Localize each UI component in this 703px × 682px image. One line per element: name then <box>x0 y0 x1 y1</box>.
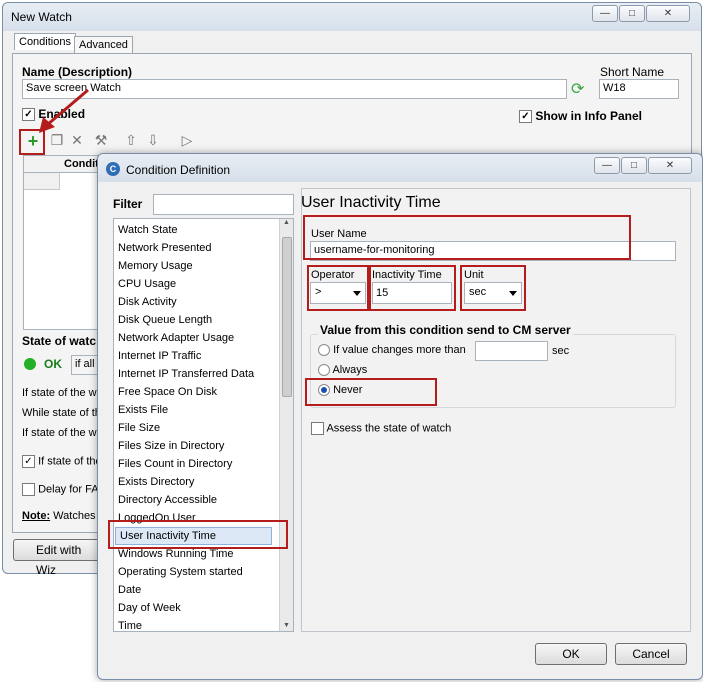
close-button[interactable]: ✕ <box>646 5 690 22</box>
move-down-icon[interactable]: ⇩ <box>143 132 163 149</box>
list-scrollbar[interactable]: ▲ ▼ <box>279 219 293 631</box>
list-item[interactable]: Files Count in Directory <box>114 455 293 473</box>
assess-label: Assess the state of watch <box>326 422 452 435</box>
state-check-4-label: If state of the <box>38 455 102 468</box>
list-item[interactable]: Day of Week <box>114 599 293 617</box>
changes-threshold-input[interactable] <box>475 341 548 361</box>
list-item[interactable]: CPU Usage <box>114 275 293 293</box>
list-item[interactable]: Operating System started <box>114 563 293 581</box>
option-always[interactable]: Always <box>318 364 368 377</box>
list-item[interactable]: Disk Activity <box>114 293 293 311</box>
refresh-icon[interactable]: ⟳ <box>571 81 589 99</box>
dialog-maximize-button[interactable]: □ <box>621 157 647 174</box>
show-info-label: Show in Info Panel <box>535 109 643 123</box>
dialog-close-button[interactable]: ✕ <box>648 157 692 174</box>
changes-unit-label: sec <box>552 345 570 357</box>
dialog-title: Condition Definition <box>126 163 231 177</box>
tools-icon[interactable]: ⚒ <box>91 132 111 149</box>
window-title: New Watch <box>11 10 72 24</box>
edit-with-wizard-button[interactable]: Edit with Wiz <box>13 539 103 577</box>
tab-advanced[interactable]: Advanced <box>74 36 133 53</box>
send-value-group-label: Value from this condition send to CM ser… <box>318 323 573 337</box>
option-always-label: Always <box>332 364 368 376</box>
delay-label: Delay for FA <box>38 483 99 496</box>
inactivity-highlight <box>369 265 456 311</box>
name-field[interactable]: Save screen Watch <box>22 79 567 99</box>
list-item[interactable]: Directory Accessible <box>114 491 293 509</box>
list-item[interactable]: Free Space On Disk <box>114 383 293 401</box>
short-name-label: Short Name <box>600 65 665 79</box>
list-item[interactable]: Exists Directory <box>114 473 293 491</box>
filter-input[interactable] <box>153 194 294 215</box>
dialog-title-bar: C Condition Definition — □ ✕ <box>98 154 702 182</box>
assess-check-icon <box>311 422 324 435</box>
delay-check-icon <box>22 483 35 496</box>
state-check-4[interactable]: ✓ If state of the <box>22 455 102 468</box>
option-changes-radio <box>318 344 330 357</box>
scroll-up-arrow[interactable]: ▲ <box>280 219 293 226</box>
status-ok-label: OK <box>44 357 62 371</box>
list-item[interactable]: Memory Usage <box>114 257 293 275</box>
minimize-button[interactable]: — <box>592 5 618 22</box>
red-arrow <box>39 88 89 133</box>
run-icon[interactable]: ▷ <box>177 132 197 149</box>
note-body: Watches <box>53 510 96 522</box>
condition-type-list[interactable]: Watch State Network Presented Memory Usage… <box>113 218 294 632</box>
scroll-down-arrow[interactable]: ▼ <box>280 622 293 629</box>
note-text: Note: Watches <box>22 510 96 522</box>
short-name-field[interactable]: W18 <box>599 79 679 99</box>
list-item[interactable]: Network Presented <box>114 239 293 257</box>
list-item[interactable]: Internet IP Transferred Data <box>114 365 293 383</box>
dialog-minimize-button[interactable]: — <box>594 157 620 174</box>
selected-item-highlight <box>108 520 288 549</box>
state-line-1: If state of the wa <box>22 387 103 399</box>
show-info-check-icon: ✓ <box>519 110 532 124</box>
show-info-checkbox[interactable]: ✓ Show in Info Panel <box>519 109 643 124</box>
app-icon: C <box>106 162 120 176</box>
cancel-button[interactable]: Cancel <box>615 643 687 665</box>
title-bar: New Watch — □ ✕ <box>3 3 701 31</box>
status-ok-icon <box>24 358 36 370</box>
name-label: Name (Description) <box>22 65 133 79</box>
delay-checkbox[interactable]: Delay for FA <box>22 483 99 496</box>
tab-conditions[interactable]: Conditions <box>14 33 76 50</box>
list-item[interactable]: Internet IP Traffic <box>114 347 293 365</box>
list-item[interactable]: Date <box>114 581 293 599</box>
tab-advanced-label: Advanced <box>79 39 128 51</box>
list-item[interactable]: Files Size in Directory <box>114 437 293 455</box>
condition-definition-dialog: C Condition Definition — □ ✕ Filter Watc… <box>97 153 703 680</box>
ok-button[interactable]: OK <box>535 643 607 665</box>
condition-type-items: Watch State Network Presented Memory Usage… <box>114 219 293 631</box>
option-changes-more[interactable]: If value changes more than <box>318 344 466 357</box>
conditions-grid[interactable]: Conditi <box>23 155 102 330</box>
list-item[interactable]: Disk Queue Length <box>114 311 293 329</box>
list-item[interactable]: Network Adapter Usage <box>114 329 293 347</box>
move-up-icon[interactable]: ⇧ <box>121 132 141 149</box>
list-item[interactable]: Exists File <box>114 401 293 419</box>
note-label: Note: <box>22 510 51 522</box>
state-label: State of watc <box>22 334 97 348</box>
filter-label: Filter <box>113 197 143 211</box>
state-line-3: If state of the wa <box>22 427 103 439</box>
condition-heading: User Inactivity Time <box>301 194 441 211</box>
state-check-4-icon: ✓ <box>22 455 35 468</box>
state-line-2: While state of th <box>22 407 101 419</box>
tab-conditions-label: Conditions <box>19 36 71 48</box>
list-item[interactable]: Watch State <box>114 221 293 239</box>
scroll-thumb[interactable] <box>282 237 292 397</box>
assess-checkbox[interactable]: Assess the state of watch <box>311 422 451 435</box>
unit-highlight <box>460 265 526 311</box>
option-changes-label: If value changes more than <box>333 344 466 356</box>
option-always-radio <box>318 364 330 377</box>
grid-header-row: Conditi <box>24 156 102 173</box>
list-item[interactable]: File Size <box>114 419 293 437</box>
never-highlight <box>305 378 437 406</box>
maximize-button[interactable]: □ <box>619 5 645 22</box>
list-item[interactable]: Time <box>114 617 293 631</box>
user-name-highlight <box>303 215 631 260</box>
operator-highlight <box>307 265 369 311</box>
grid-row[interactable] <box>24 173 60 190</box>
